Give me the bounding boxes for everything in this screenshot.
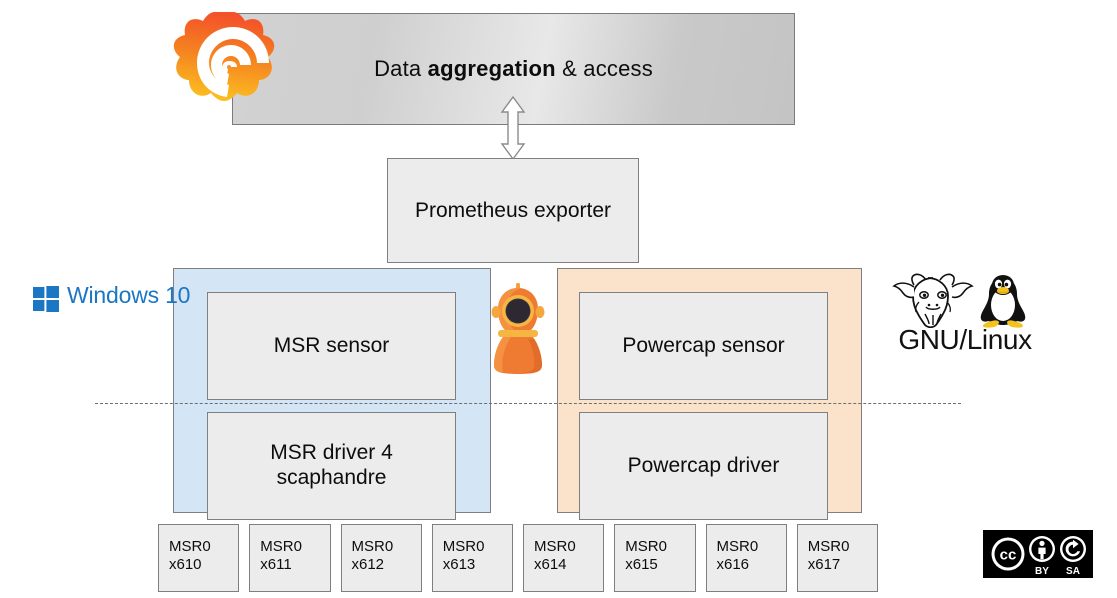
msr-register-box: MSR0 x617 (796, 524, 878, 592)
msr-register-line2: x615 (625, 556, 658, 573)
powercap-driver-box: Powercap driver (579, 412, 828, 520)
msr-register-box: MSR0 x610 (158, 524, 240, 592)
windows-logo-icon (33, 286, 59, 312)
gnu-linux-label: GNU/Linux (898, 324, 1032, 355)
msr-register-line2: x612 (351, 556, 385, 573)
msr-register-box: MSR0 x614 (523, 524, 605, 592)
gnu-linux-logo-icon (892, 273, 1026, 328)
prometheus-exporter-label: Prometheus exporter (414, 198, 612, 222)
msr-driver-label: MSR driver 4 scaphandre (270, 441, 393, 491)
msr-register-box: MSR0 x613 (431, 524, 513, 592)
msr-register-line2: x613 (442, 556, 476, 573)
svg-text:cc: cc (1000, 547, 1017, 564)
msr-register-line1: MSR0 (716, 538, 759, 555)
svg-text:BY: BY (1035, 566, 1049, 577)
prometheus-exporter-box: Prometheus exporter (387, 158, 639, 263)
windows-os-label-group: Windows 10 (33, 282, 190, 318)
msr-register-line2: x611 (260, 556, 292, 573)
windows-os-panel: MSR sensor MSR driver 4 scaphandre (173, 268, 491, 520)
msr-register-box: MSR0 x615 (614, 524, 696, 592)
svg-text:SA: SA (1066, 566, 1080, 577)
aggregation-title-prefix: Data (374, 56, 428, 81)
aggregation-title-suffix: & access (555, 56, 653, 81)
msr-register-line1: MSR0 (351, 538, 394, 555)
msr-register-line2: x617 (807, 556, 841, 573)
powercap-driver-label: Powercap driver (627, 453, 780, 477)
linux-os-panel: Powercap sensor Powercap driver (557, 268, 862, 520)
scaphandre-diving-helmet-logo-icon (487, 281, 549, 379)
msr-register-box: MSR0 x611 (249, 524, 331, 592)
gnu-linux-label-group: GNU/Linux (876, 272, 1054, 355)
diagram-canvas: Data aggregation & access Prometheus exp… (0, 0, 1117, 598)
msr-sensor-box: MSR sensor (207, 292, 456, 400)
msr-register-row: MSR0 x610 MSR0 x611 MSR0 x612 MSR0 x613 … (158, 524, 878, 592)
msr-register-line1: MSR0 (807, 538, 850, 555)
aggregation-title-bold: aggregation (427, 56, 556, 81)
windows-os-label: Windows 10 (67, 282, 191, 308)
bidirectional-arrow-icon (500, 95, 526, 161)
msr-register-line1: MSR0 (260, 538, 302, 555)
creative-commons-license-badge: cc BY SA (983, 530, 1093, 578)
msr-register-line1: MSR0 (625, 538, 667, 555)
msr-register-line2: x610 (169, 556, 202, 573)
msr-register-line1: MSR0 (169, 538, 211, 555)
msr-register-box: MSR0 x616 (705, 524, 787, 592)
msr-driver-label-line1: MSR driver 4 (270, 441, 393, 465)
powercap-sensor-label: Powercap sensor (622, 333, 785, 357)
msr-driver-label-line2: scaphandre (276, 466, 387, 489)
msr-register-line1: MSR0 (442, 538, 485, 555)
powercap-sensor-box: Powercap sensor (579, 292, 828, 400)
msr-register-line2: x614 (534, 556, 567, 573)
msr-driver-box: MSR driver 4 scaphandre (207, 412, 456, 520)
data-aggregation-title: Data aggregation & access (374, 56, 653, 82)
userspace-kernel-divider (95, 403, 961, 404)
msr-register-box: MSR0 x612 (340, 524, 422, 592)
msr-sensor-label: MSR sensor (273, 333, 390, 357)
msr-register-line2: x616 (716, 556, 750, 573)
grafana-logo-icon (172, 8, 294, 130)
msr-register-line1: MSR0 (534, 538, 576, 555)
